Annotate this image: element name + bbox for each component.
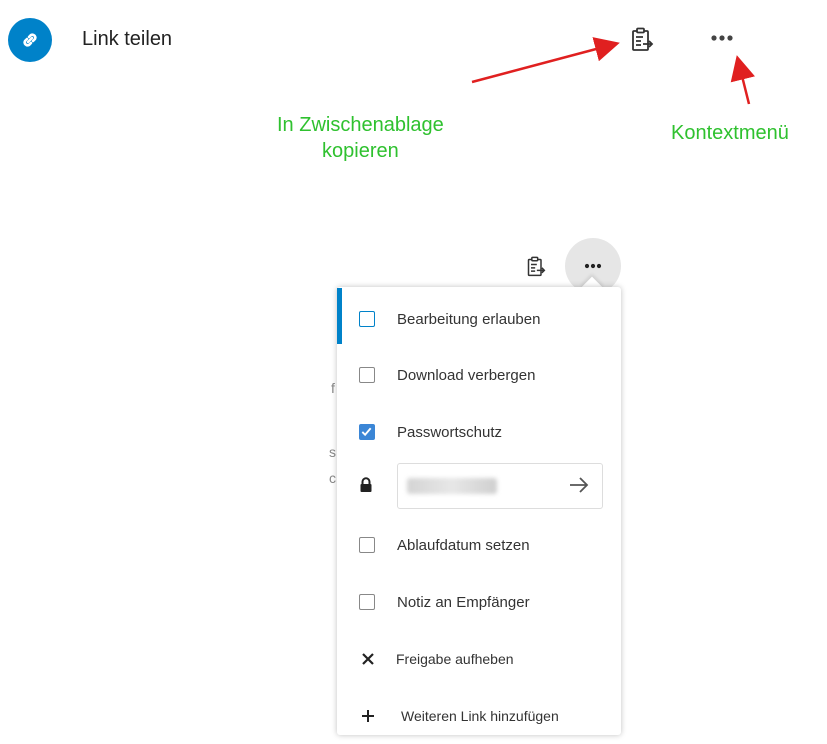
expiration-checkbox[interactable] (359, 537, 375, 553)
password-value-blurred (407, 478, 497, 494)
copy-to-clipboard-button[interactable] (626, 24, 658, 56)
allow-editing-checkbox[interactable] (359, 311, 375, 327)
menu-item-label: Notiz an Empfänger (397, 593, 530, 611)
more-dots-icon (584, 263, 602, 269)
menu-item-note-to-recipient[interactable]: Notiz an Empfänger (337, 574, 621, 630)
more-dots-icon (711, 35, 733, 41)
menu-item-label: Ablaufdatum setzen (397, 536, 530, 554)
password-protection-checkbox[interactable] (359, 424, 375, 440)
menu-item-label: Download verbergen (397, 366, 536, 384)
lock-icon (359, 477, 373, 498)
clipboard-copy-icon (632, 27, 654, 51)
password-submit-button[interactable] (568, 475, 590, 500)
clipboard-copy-icon (527, 256, 546, 277)
menu-item-label: Freigabe aufheben (396, 651, 514, 667)
link-icon (23, 33, 37, 47)
arrow-to-copy (471, 37, 620, 84)
menu-item-set-expiration[interactable]: Ablaufdatum setzen (337, 517, 621, 573)
annotation-copy: In Zwischenablage kopieren (277, 112, 444, 164)
background-fragment: c (329, 470, 336, 486)
context-menu-button[interactable] (704, 22, 740, 54)
arrow-to-menu (730, 55, 755, 105)
arrow-right-icon (570, 477, 589, 493)
annotation-copy-line1: In Zwischenablage (277, 114, 444, 136)
background-fragment: f (331, 380, 335, 396)
share-link-label: Link teilen (82, 28, 173, 50)
menu-item-label: Bearbeitung erlauben (397, 310, 541, 328)
menu-item-unshare[interactable]: Freigabe aufheben (337, 631, 621, 687)
annotation-context-menu: Kontextmenü (671, 122, 789, 144)
menu-item-add-link[interactable]: Weiteren Link hinzufügen (337, 688, 621, 744)
copy-to-clipboard-button-2[interactable] (523, 254, 549, 280)
menu-item-password-protection[interactable]: Passwortschutz (337, 404, 621, 460)
background-fragment: s (329, 444, 336, 460)
hide-download-checkbox[interactable] (359, 367, 375, 383)
menu-item-allow-editing[interactable]: Bearbeitung erlauben (337, 291, 621, 347)
note-checkbox[interactable] (359, 594, 375, 610)
menu-item-label: Passwortschutz (397, 423, 503, 441)
close-icon (362, 653, 374, 665)
checkmark-icon (361, 427, 372, 437)
link-avatar (8, 18, 52, 62)
menu-item-label: Weiteren Link hinzufügen (401, 708, 559, 724)
menu-item-hide-download[interactable]: Download verbergen (337, 347, 621, 403)
annotation-copy-line2: kopieren (322, 140, 399, 162)
plus-icon (362, 710, 374, 722)
